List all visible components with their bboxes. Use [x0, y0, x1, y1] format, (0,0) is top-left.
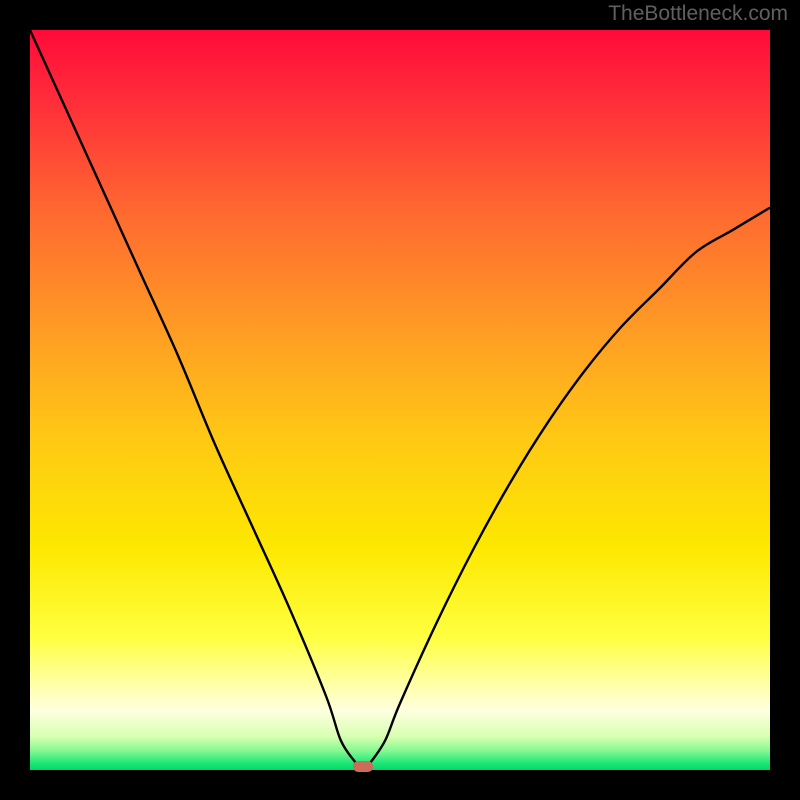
minimum-marker	[353, 761, 373, 772]
chart-container: TheBottleneck.com	[0, 0, 800, 800]
attribution-text: TheBottleneck.com	[608, 2, 788, 26]
bottleneck-chart	[0, 0, 800, 800]
plot-background	[30, 30, 770, 770]
